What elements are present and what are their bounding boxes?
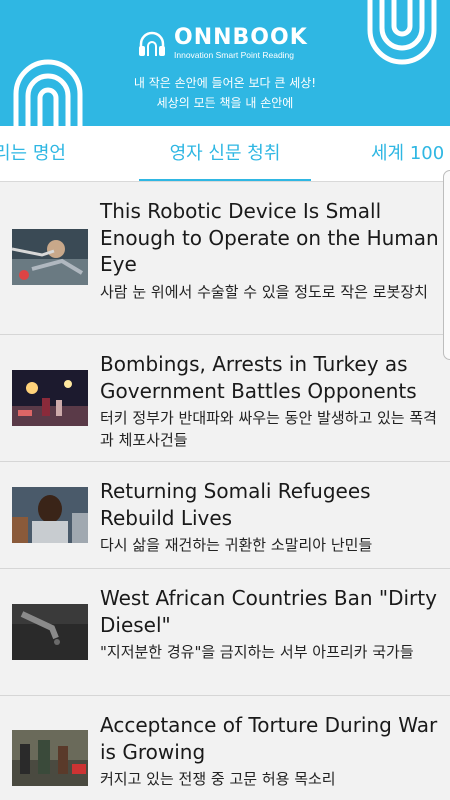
list-item[interactable]: Acceptance of Torture During War is Grow… bbox=[0, 696, 450, 800]
fuel-nozzle-thumbnail bbox=[12, 604, 88, 660]
list-item[interactable]: Returning Somali Refugees Rebuild Lives … bbox=[0, 462, 450, 569]
robotic-surgery-thumbnail bbox=[12, 229, 88, 285]
tab-quotes[interactable]: 리는 명언 bbox=[0, 142, 66, 166]
list-item[interactable]: Bombings, Arrests in Turkey as Governmen… bbox=[0, 335, 450, 462]
article-subtitle: "지저분한 경유"을 금지하는 서부 아프리카 국가들 bbox=[100, 643, 414, 661]
article-title: Returning Somali Refugees Rebuild Lives bbox=[100, 479, 371, 530]
decorative-arch-right bbox=[367, 0, 437, 65]
article-title: This Robotic Device Is Small Enough to O… bbox=[100, 199, 439, 276]
list-item[interactable]: West African Countries Ban "Dirty Diesel… bbox=[0, 569, 450, 696]
app-logo: ONNBOOK Innovation Smart Point Reading bbox=[136, 24, 308, 64]
article-subtitle: 다시 삶을 재건하는 귀환한 소말리아 난민들 bbox=[100, 536, 373, 554]
article-list: This Robotic Device Is Small Enough to O… bbox=[0, 182, 450, 800]
tab-english-news-listening[interactable]: 영자 신문 청취 bbox=[139, 142, 311, 166]
article-subtitle: 커지고 있는 전쟁 중 고문 허용 목소리 bbox=[100, 770, 336, 788]
crowd-protest-thumbnail bbox=[12, 730, 88, 786]
category-tab-bar: 리는 명언 영자 신문 청취 세계 100 bbox=[0, 126, 450, 182]
refugee-portrait-thumbnail bbox=[12, 487, 88, 543]
article-subtitle: 터키 정부가 반대파와 싸우는 동안 발생하고 있는 폭격과 체포사건들 bbox=[100, 409, 437, 449]
night-street-thumbnail bbox=[12, 370, 88, 426]
app-header-banner: ONNBOOK Innovation Smart Point Reading 내… bbox=[0, 0, 450, 126]
slogan-line-1: 내 작은 손안에 들어온 보다 큰 세상! bbox=[133, 76, 317, 90]
brand-name: ONNBOOK bbox=[174, 25, 308, 50]
brand-tagline: Innovation Smart Point Reading bbox=[174, 50, 295, 60]
list-item[interactable]: This Robotic Device Is Small Enough to O… bbox=[0, 182, 450, 335]
tab-world-100[interactable]: 세계 100 bbox=[371, 142, 444, 166]
side-panel-handle[interactable] bbox=[443, 170, 450, 360]
slogan-line-2: 세상의 모든 책을 내 손안에 bbox=[156, 96, 294, 110]
headphones-icon bbox=[139, 31, 165, 56]
article-subtitle: 사람 눈 위에서 수술할 수 있을 정도로 작은 로봇장치 bbox=[100, 282, 428, 301]
article-title: West African Countries Ban "Dirty Diesel… bbox=[100, 586, 437, 637]
article-title: Bombings, Arrests in Turkey as Governmen… bbox=[100, 352, 417, 403]
article-title: Acceptance of Torture During War is Grow… bbox=[100, 713, 438, 764]
